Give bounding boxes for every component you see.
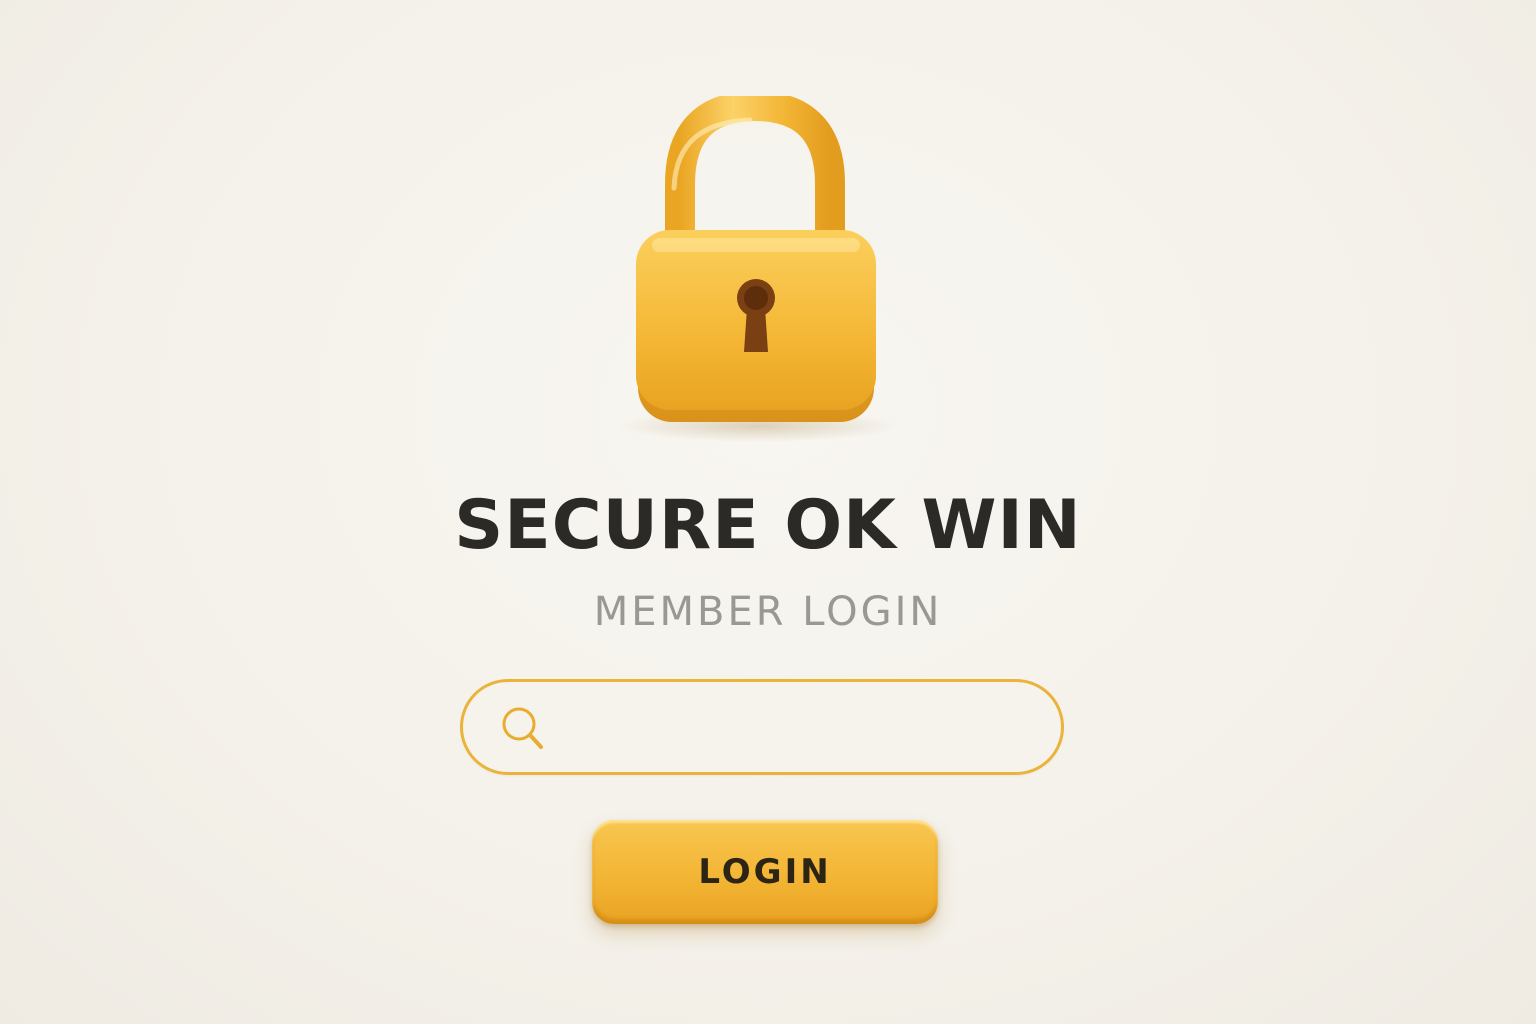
- padlock-icon: [600, 96, 910, 446]
- search-icon: [497, 702, 549, 754]
- page-title: SECURE OK WIN: [454, 486, 1082, 565]
- search-input[interactable]: [563, 700, 1037, 758]
- search-field[interactable]: [460, 679, 1064, 775]
- page-subtitle: MEMBER LOGIN: [593, 589, 943, 635]
- login-button[interactable]: LOGIN: [592, 820, 938, 924]
